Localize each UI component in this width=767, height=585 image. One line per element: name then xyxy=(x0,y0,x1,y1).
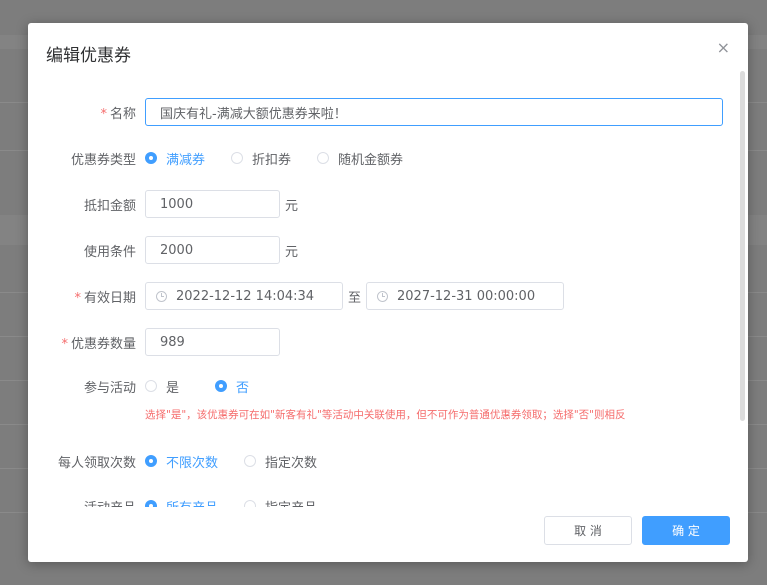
discount-amount-value: 1000 xyxy=(160,196,194,212)
radio-all-products[interactable]: 所有产品 xyxy=(145,497,218,508)
radio-label: 不限次数 xyxy=(166,455,219,471)
form-row-products: 活动产品 所有产品 指定产品 xyxy=(28,491,748,507)
form-row-quantity: * 优惠券数量 989 xyxy=(28,327,748,357)
radio-label: 否 xyxy=(236,380,250,396)
unit-label: 元 xyxy=(285,244,299,260)
radio-specified-products[interactable]: 指定产品 xyxy=(244,497,317,508)
usage-condition-label: 使用条件 xyxy=(83,244,136,260)
name-input-value: 国庆有礼-满减大额优惠券来啦！ xyxy=(160,106,347,122)
form-row-join-activity: 参与活动 是 否 xyxy=(28,371,748,401)
products-label: 活动产品 xyxy=(28,497,136,508)
usage-condition-input[interactable]: 2000 xyxy=(145,236,280,264)
quantity-label: * 优惠券数量 xyxy=(28,333,136,352)
start-date-picker[interactable]: 2022-12-12 14:04:34 xyxy=(145,282,343,310)
clock-icon xyxy=(156,290,167,302)
quantity-label-text: 优惠券数量 xyxy=(70,336,136,352)
date-separator: 至 xyxy=(348,290,362,306)
radio-dot xyxy=(145,380,157,392)
discount-amount-label: 抵扣金额 xyxy=(83,198,136,214)
radio-activity-no[interactable]: 否 xyxy=(215,377,249,396)
name-input[interactable]: 国庆有礼-满减大额优惠券来啦！ xyxy=(145,98,723,126)
radio-label: 折扣券 xyxy=(252,152,292,168)
join-activity-label: 参与活动 xyxy=(83,380,136,396)
radio-dot xyxy=(244,500,257,507)
form-row-discount-amount: 抵扣金额 1000 元 xyxy=(28,189,748,219)
radio-unlimited[interactable]: 不限次数 xyxy=(145,452,218,471)
radio-dot xyxy=(145,152,157,164)
confirm-button[interactable]: 确 定 xyxy=(642,516,730,545)
join-activity-hint: 选择"是"，该优惠券可在如"新客有礼"等活动中关联使用，但不可作为普通优惠券领取… xyxy=(145,409,626,421)
radio-discount[interactable]: 折扣券 xyxy=(231,149,291,168)
required-mark: * xyxy=(61,336,68,352)
dialog-body: * 名称 国庆有礼-满减大额优惠券来啦！ 优惠券类型 满减券 折扣券 随机金额券 … xyxy=(28,85,748,507)
form-row-name: * 名称 国庆有礼-满减大额优惠券来啦！ xyxy=(28,97,748,127)
radio-dot xyxy=(244,455,257,467)
radio-dot xyxy=(231,152,244,164)
radio-dot xyxy=(317,152,330,164)
end-date-picker[interactable]: 2027-12-31 00:00:00 xyxy=(366,282,565,310)
start-date-value: 2022-12-12 14:04:34 xyxy=(176,288,315,304)
radio-label: 指定产品 xyxy=(265,497,317,508)
radio-random-amount[interactable]: 随机金额券 xyxy=(317,149,403,168)
quantity-value: 989 xyxy=(160,334,185,350)
close-icon[interactable]: × xyxy=(717,39,730,57)
required-mark: * xyxy=(100,106,107,122)
quantity-input[interactable]: 989 xyxy=(145,328,280,356)
name-label-text: 名称 xyxy=(109,106,136,122)
clock-icon xyxy=(377,290,389,302)
form-row-valid-date: * 有效日期 2022-12-12 14:04:34 至 2027-12-31 0… xyxy=(28,281,748,311)
form-row-usage-condition: 使用条件 2000 元 xyxy=(28,235,748,265)
form-row-coupon-type: 优惠券类型 满减券 折扣券 随机金额券 xyxy=(28,143,748,173)
radio-specified-times[interactable]: 指定次数 xyxy=(244,452,317,471)
valid-date-label: * 有效日期 xyxy=(28,287,136,306)
claim-limit-label: 每人领取次数 xyxy=(57,455,136,471)
discount-amount-input[interactable]: 1000 xyxy=(145,190,280,218)
radio-dot xyxy=(215,380,228,392)
radio-dot xyxy=(145,455,157,467)
unit-label: 元 xyxy=(285,198,299,214)
radio-label: 是 xyxy=(166,380,180,396)
coupon-type-label: 优惠券类型 xyxy=(70,152,136,168)
valid-date-label-text: 有效日期 xyxy=(83,290,136,306)
radio-activity-yes[interactable]: 是 xyxy=(145,377,179,396)
usage-condition-value: 2000 xyxy=(160,242,194,258)
radio-label: 所有产品 xyxy=(166,497,218,508)
radio-full-reduction[interactable]: 满减券 xyxy=(145,149,205,168)
dialog-footer: 取 消 确 定 xyxy=(544,516,730,545)
radio-label: 满减券 xyxy=(166,152,206,168)
required-mark: * xyxy=(74,290,81,306)
radio-label: 指定次数 xyxy=(265,455,318,471)
edit-coupon-dialog: 编辑优惠券 × * 名称 国庆有礼-满减大额优惠券来啦！ 优惠券类型 满减券 折扣… xyxy=(28,23,748,562)
name-label: * 名称 xyxy=(28,103,136,122)
end-date-value: 2027-12-31 00:00:00 xyxy=(397,288,536,304)
radio-label: 随机金额券 xyxy=(338,152,404,168)
radio-dot xyxy=(145,500,157,507)
cancel-button[interactable]: 取 消 xyxy=(544,516,632,545)
form-row-claim-limit: 每人领取次数 不限次数 指定次数 xyxy=(28,446,748,476)
dialog-title: 编辑优惠券 xyxy=(46,46,131,66)
